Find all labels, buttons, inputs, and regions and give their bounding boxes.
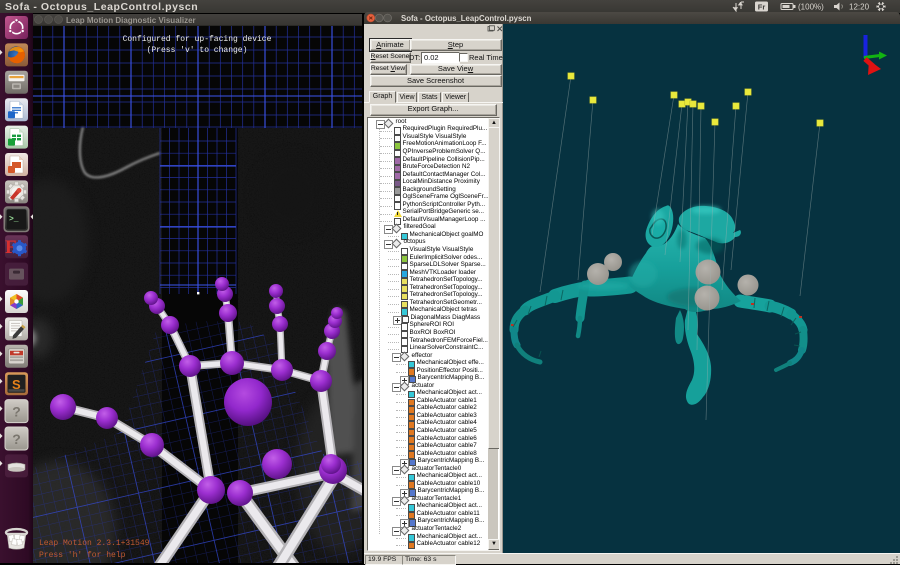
svg-text:Configured for up-facing devic: Configured for up-facing device bbox=[123, 35, 272, 44]
svg-text:12:20: 12:20 bbox=[849, 3, 870, 12]
svg-text:?: ? bbox=[12, 431, 21, 447]
svg-text:>_: >_ bbox=[9, 215, 19, 224]
svg-text:Press 'h' for help: Press 'h' for help bbox=[39, 551, 126, 560]
svg-text:(100%): (100%) bbox=[798, 3, 824, 12]
svg-text:(Press 'v' to change): (Press 'v' to change) bbox=[147, 46, 248, 55]
svg-text:Fr: Fr bbox=[758, 3, 766, 12]
svg-text:Leap Motion 2.3.1+31549: Leap Motion 2.3.1+31549 bbox=[39, 539, 150, 548]
svg-text:?: ? bbox=[12, 404, 21, 420]
